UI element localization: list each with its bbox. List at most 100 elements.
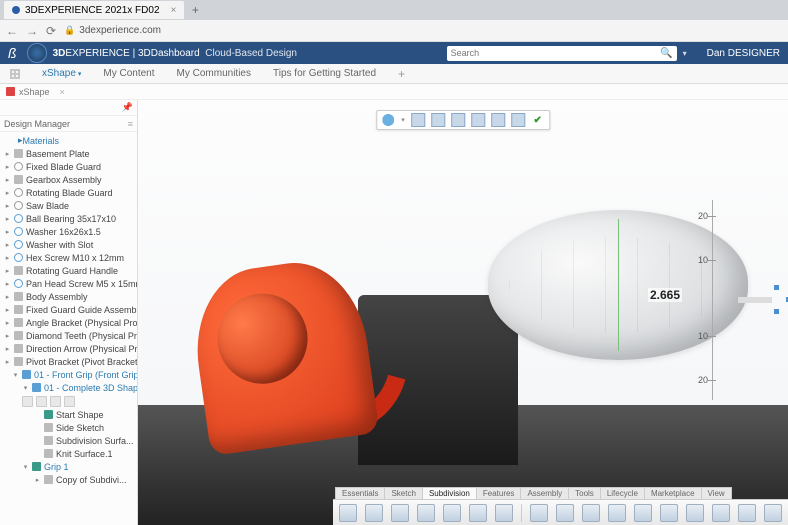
tool-icon[interactable] <box>582 504 600 522</box>
browser-tabstrip: 3DEXPERIENCE 2021x FD02 × + <box>0 0 788 20</box>
manip-handle[interactable] <box>774 309 779 314</box>
tree-row[interactable]: ▸Diamond Teeth (Physical Pr... <box>0 329 137 342</box>
user-label[interactable]: Dan DESIGNER <box>707 48 780 59</box>
tree-tool-icon[interactable] <box>36 396 47 407</box>
tool-icon[interactable] <box>712 504 730 522</box>
tree-tool-icon[interactable] <box>50 396 61 407</box>
tool-icon[interactable] <box>443 504 461 522</box>
manip-handle[interactable] <box>774 285 779 290</box>
tree-label: Ball Bearing 35x17x10 <box>26 214 116 224</box>
tool-icon[interactable] <box>417 504 435 522</box>
bottom-tab[interactable]: Subdivision <box>422 487 477 499</box>
bottom-tab[interactable]: Features <box>476 487 522 499</box>
search-icon[interactable]: 🔍 <box>660 48 672 59</box>
tool-icon[interactable] <box>495 504 513 522</box>
tool-icon[interactable] <box>634 504 652 522</box>
bottom-tab[interactable]: Sketch <box>384 487 422 499</box>
tool-icon[interactable] <box>365 504 383 522</box>
new-tab-button[interactable]: + <box>188 3 202 17</box>
design-tree[interactable]: ▸ Materials ▸Basement Plate▸Fixed Blade … <box>0 132 137 525</box>
bottom-tab[interactable]: Essentials <box>335 487 385 499</box>
toolbar-item[interactable]: My Content <box>103 68 154 79</box>
tool-icon[interactable] <box>530 504 548 522</box>
tree-row[interactable]: ▸Basement Plate <box>0 147 137 160</box>
toolbar-item[interactable]: My Communities <box>177 68 251 79</box>
tree-row[interactable]: ▸Rotating Guard Handle <box>0 264 137 277</box>
tool-icon[interactable] <box>469 504 487 522</box>
tree-row[interactable]: ▸Direction Arrow (Physical Pr... <box>0 342 137 355</box>
materials-node[interactable]: ▸ Materials <box>0 134 137 147</box>
tree-label: Rotating Guard Handle <box>26 266 118 276</box>
tree-knit[interactable]: Knit Surface.1 <box>0 447 137 460</box>
bottom-tab[interactable]: Assembly <box>520 487 569 499</box>
tool-icon[interactable] <box>660 504 678 522</box>
tree-row[interactable]: ▸Gearbox Assembly <box>0 173 137 186</box>
ds-logo-icon[interactable]: ß <box>8 45 17 61</box>
search-input[interactable] <box>451 48 661 58</box>
panel-menu-icon[interactable]: ≡ <box>128 119 133 129</box>
back-button[interactable]: ← <box>6 24 18 38</box>
tab-close-icon[interactable]: × <box>171 5 177 16</box>
tree-row[interactable]: ▸Fixed Blade Guard <box>0 160 137 173</box>
forward-button[interactable]: → <box>26 24 38 38</box>
tree-side-sketch[interactable]: Side Sketch <box>0 421 137 434</box>
toolbar-add-button[interactable]: + <box>398 67 405 81</box>
measurement-value[interactable]: 2.665 <box>648 288 682 302</box>
tree-row[interactable]: ▸Washer with Slot <box>0 238 137 251</box>
bottom-tab[interactable]: View <box>701 487 732 499</box>
manipulator[interactable] <box>738 285 788 315</box>
tree-tool-icon[interactable] <box>22 396 33 407</box>
tree-row[interactable]: ▸Saw Blade <box>0 199 137 212</box>
tool-icon[interactable] <box>738 504 756 522</box>
browser-tab[interactable]: 3DEXPERIENCE 2021x FD02 × <box>4 1 184 19</box>
tree-label: Fixed Guard Guide Assembly <box>26 305 137 315</box>
tree-tool-icon[interactable] <box>64 396 75 407</box>
tree-label: Hex Screw M10 x 12mm <box>26 253 124 263</box>
tree-start-shape[interactable]: Start Shape <box>0 408 137 421</box>
toolbar-item[interactable]: Tips for Getting Started <box>273 68 376 79</box>
search-box[interactable]: 🔍 <box>447 46 677 61</box>
bottom-tab[interactable]: Marketplace <box>644 487 702 499</box>
tree-label: Grip 1 <box>44 462 69 472</box>
reload-button[interactable]: ⟳ <box>46 24 56 38</box>
ruler[interactable]: 20 10 10 20 <box>698 200 726 400</box>
ruler-label: 10 <box>698 331 708 341</box>
compass-icon[interactable] <box>27 43 47 63</box>
tree-row[interactable]: ▸Angle Bracket (Physical Pro... <box>0 316 137 329</box>
tool-icon[interactable] <box>764 504 782 522</box>
3d-viewport[interactable]: ▾ ✔ 20 10 10 20 2.665 <box>138 100 788 525</box>
tree-row[interactable]: ▸Pivot Bracket (Pivot Bracket.1) <box>0 355 137 368</box>
3d-scene: 20 10 10 20 2.665 <box>138 100 788 525</box>
tree-row[interactable]: ▸Fixed Guard Guide Assembly <box>0 303 137 316</box>
tree-row[interactable]: ▸Ball Bearing 35x17x10 <box>0 212 137 225</box>
manip-arrow-icon[interactable] <box>738 297 772 303</box>
tree-front-grip[interactable]: ▾01 - Front Grip (Front Grip ... <box>0 368 137 381</box>
apps-grid-icon[interactable] <box>10 69 20 79</box>
tree-item-icon <box>14 292 23 301</box>
tool-icon[interactable] <box>391 504 409 522</box>
tool-icon[interactable] <box>556 504 574 522</box>
tree-subdiv-surf[interactable]: Subdivision Surfa... <box>0 434 137 447</box>
url-bar[interactable]: 🔒 3dexperience.com <box>64 25 782 36</box>
url-text: 3dexperience.com <box>79 25 161 36</box>
tree-label: Pan Head Screw M5 x 15mm <box>26 279 137 289</box>
ruler-label: 20 <box>698 375 708 385</box>
knit-icon <box>44 449 53 458</box>
tool-icon[interactable] <box>608 504 626 522</box>
tree-row[interactable]: ▸Rotating Blade Guard <box>0 186 137 199</box>
tool-icon[interactable] <box>339 504 357 522</box>
secbar-close-icon[interactable]: × <box>60 87 65 97</box>
bottom-tab[interactable]: Tools <box>568 487 601 499</box>
tool-icon[interactable] <box>686 504 704 522</box>
bottom-tab[interactable]: Lifecycle <box>600 487 645 499</box>
tree-row[interactable]: ▸Washer 16x26x1.5 <box>0 225 137 238</box>
search-chevron-icon[interactable]: ▾ <box>683 49 687 58</box>
panel-pin-icon[interactable]: 📌 <box>122 102 133 113</box>
tree-complete-shape[interactable]: ▾01 - Complete 3D Shap... <box>0 381 137 394</box>
toolbar-active[interactable]: xShape <box>42 68 81 79</box>
tree-copy[interactable]: ▸Copy of Subdivi... <box>0 473 137 486</box>
tree-row[interactable]: ▸Body Assembly <box>0 290 137 303</box>
tree-grip1[interactable]: ▾Grip 1 <box>0 460 137 473</box>
tree-row[interactable]: ▸Hex Screw M10 x 12mm <box>0 251 137 264</box>
tree-row[interactable]: ▸Pan Head Screw M5 x 15mm <box>0 277 137 290</box>
